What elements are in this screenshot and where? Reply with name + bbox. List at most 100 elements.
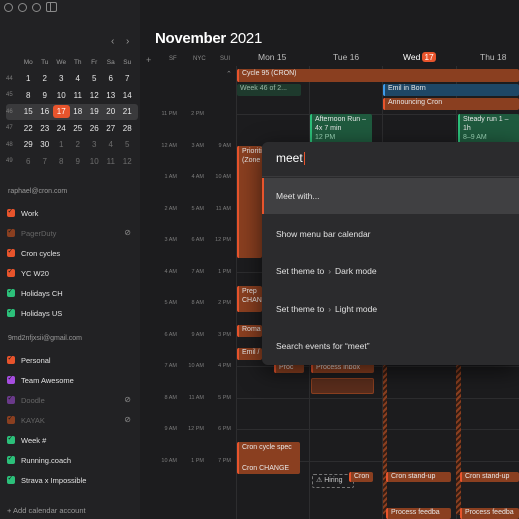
calendar-checkbox[interactable] [7, 227, 15, 237]
command-item[interactable]: Show menu bar calendar [262, 216, 519, 252]
event-roma[interactable]: Roma [237, 325, 262, 337]
calendar-item[interactable]: Team Awesome [7, 373, 135, 387]
event-cron-change[interactable]: Cron CHANGE [237, 464, 300, 474]
mini-calendar-day[interactable]: 5 [119, 140, 136, 149]
mini-calendar-day[interactable]: 2 [37, 74, 54, 83]
calendar-item[interactable]: Week # [7, 433, 135, 447]
calendar-item[interactable]: Personal [7, 353, 135, 367]
mini-calendar-day[interactable]: 4 [103, 140, 120, 149]
event-prep[interactable]: Prep CHANGE [237, 286, 262, 312]
mini-calendar-day[interactable]: 2 [70, 140, 87, 149]
calendar-checkbox[interactable] [7, 247, 15, 257]
day-header-thu[interactable]: Thu 18 [480, 52, 506, 62]
prev-month-button[interactable]: ‹ [111, 36, 114, 47]
event-busy-block[interactable] [383, 365, 387, 515]
mini-calendar-day[interactable]: 1 [53, 140, 70, 149]
mini-calendar-day[interactable]: 20 [103, 107, 120, 116]
mini-calendar-day[interactable]: 27 [103, 124, 120, 133]
calendar-item[interactable]: KAYAK ⊘ [7, 413, 135, 427]
calendar-checkbox[interactable] [7, 207, 15, 217]
mini-calendar-day[interactable]: 3 [53, 74, 70, 83]
calendar-checkbox[interactable] [7, 454, 15, 464]
mini-calendar-day[interactable]: 16 [37, 107, 54, 116]
calendar-item[interactable]: Holidays CH [7, 286, 135, 300]
mini-calendar-day[interactable]: 7 [119, 74, 136, 83]
next-month-button[interactable]: › [126, 36, 129, 47]
mini-calendar-day[interactable]: 29 [20, 140, 37, 149]
calendar-checkbox[interactable] [7, 434, 15, 444]
calendar-item[interactable]: Holidays US [7, 306, 135, 320]
event-cycle[interactable]: Cycle 95 (CRON) [237, 69, 519, 82]
calendar-item[interactable]: Doodle ⊘ [7, 393, 135, 407]
event-standup-wed[interactable]: Cron stand-up [386, 472, 451, 482]
event-announcing[interactable]: Announcing Cron [383, 98, 519, 110]
command-item[interactable]: Set theme to › Light mode [262, 291, 519, 327]
minimize-window-button[interactable] [18, 3, 27, 12]
hidden-eye-icon[interactable]: ⊘ [124, 415, 131, 424]
sidebar-toggle-icon[interactable] [46, 2, 57, 12]
calendar-item[interactable]: Work [7, 206, 135, 220]
event-cron-short[interactable]: Cron [349, 472, 373, 482]
mini-calendar-day[interactable]: 8 [53, 157, 70, 166]
event-feedback-wed[interactable]: Process feedba [386, 508, 451, 519]
mini-calendar-day[interactable]: 6 [20, 157, 37, 166]
calendar-item[interactable]: PagerDuty ⊘ [7, 226, 135, 240]
command-item[interactable]: Search events for “meet” [262, 328, 519, 364]
event-feedback-thu[interactable]: Process feedba [460, 508, 519, 519]
calendar-item[interactable]: YC W20 [7, 266, 135, 280]
calendar-item[interactable]: Strava x Impossible [7, 473, 135, 487]
mini-calendar-day[interactable]: 24 [53, 124, 70, 133]
event-afternoon-run[interactable]: Afternoon Run – 4x 7 min 12 PM [310, 114, 372, 144]
mini-calendar-day[interactable]: 10 [53, 91, 70, 100]
mini-calendar-day[interactable]: 30 [37, 140, 54, 149]
day-header-mon[interactable]: Mon 15 [258, 52, 286, 62]
calendar-checkbox[interactable] [7, 394, 15, 404]
calendar-checkbox[interactable] [7, 374, 15, 384]
event-faded[interactable] [311, 378, 374, 394]
event-emil-short[interactable]: Emil / [237, 348, 262, 360]
add-timezone-button[interactable]: + [146, 55, 151, 65]
mini-calendar-day[interactable]: 17 [53, 105, 70, 119]
mini-calendar-day[interactable]: 12 [86, 91, 103, 100]
calendar-checkbox[interactable] [7, 307, 15, 317]
calendar-checkbox[interactable] [7, 414, 15, 424]
day-header-wed[interactable]: Wed 17 [403, 52, 436, 62]
mini-calendar-day[interactable]: 12 [119, 157, 136, 166]
add-calendar-account-button[interactable]: + Add calendar account [7, 506, 86, 515]
command-search-input[interactable]: meet [276, 151, 305, 166]
mini-calendar-day[interactable]: 10 [86, 157, 103, 166]
zoom-window-button[interactable] [32, 3, 41, 12]
mini-calendar-day[interactable]: 28 [119, 124, 136, 133]
all-day-collapse-icon[interactable]: ⌃ [226, 70, 232, 78]
calendar-checkbox[interactable] [7, 267, 15, 277]
mini-calendar-day[interactable]: 11 [103, 157, 120, 166]
close-window-button[interactable] [4, 3, 13, 12]
event-hiring[interactable]: ⚠ Hiring [312, 474, 354, 488]
mini-calendar-day[interactable]: 18 [70, 107, 87, 116]
mini-calendar-day[interactable]: 19 [86, 107, 103, 116]
mini-calendar-day[interactable]: 6 [103, 74, 120, 83]
mini-calendar-day[interactable]: 14 [119, 91, 136, 100]
event-priorities[interactable]: Prioriti (Zone [237, 146, 262, 258]
mini-calendar-day[interactable]: 7 [37, 157, 54, 166]
mini-calendar-day[interactable]: 25 [70, 124, 87, 133]
mini-calendar-day[interactable]: 26 [86, 124, 103, 133]
event-week[interactable]: Week 46 of 2... [237, 84, 301, 96]
calendar-checkbox[interactable] [7, 474, 15, 484]
mini-calendar-day[interactable]: 3 [86, 140, 103, 149]
command-item[interactable]: Meet with... [262, 178, 519, 214]
event-standup-thu[interactable]: Cron stand-up [460, 472, 519, 482]
calendar-checkbox[interactable] [7, 287, 15, 297]
hidden-eye-icon[interactable]: ⊘ [124, 395, 131, 404]
mini-calendar-day[interactable]: 8 [20, 91, 37, 100]
event-busy-block[interactable] [456, 365, 461, 515]
mini-calendar-day[interactable]: 15 [20, 107, 37, 116]
mini-calendar-day[interactable]: 4 [70, 74, 87, 83]
mini-calendar-day[interactable]: 5 [86, 74, 103, 83]
mini-calendar-day[interactable]: 1 [20, 74, 37, 83]
mini-calendar-day[interactable]: 22 [20, 124, 37, 133]
calendar-item[interactable]: Cron cycles [7, 246, 135, 260]
mini-calendar-day[interactable]: 11 [70, 91, 87, 100]
command-item[interactable]: Set theme to › Dark mode [262, 253, 519, 289]
mini-calendar-day[interactable]: 21 [119, 107, 136, 116]
